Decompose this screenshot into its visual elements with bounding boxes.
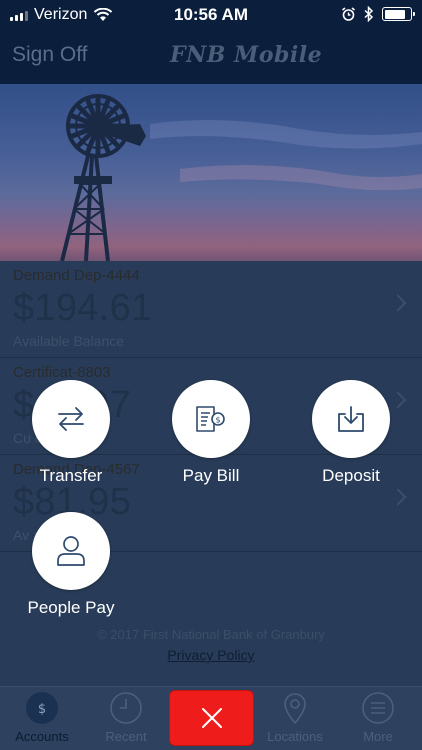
bluetooth-icon bbox=[364, 6, 374, 22]
tray-download-icon bbox=[338, 406, 364, 432]
transfer-label: Transfer bbox=[39, 466, 103, 485]
deposit-button[interactable] bbox=[312, 380, 390, 458]
status-bar: Verizon 10:56 AM bbox=[0, 0, 422, 30]
close-menu-button[interactable] bbox=[169, 690, 254, 746]
swap-arrows-icon bbox=[58, 407, 84, 431]
account-amount: $194.61 bbox=[13, 287, 153, 329]
tab-recent[interactable]: Recent bbox=[84, 691, 168, 744]
status-icons bbox=[341, 6, 415, 22]
battery-icon bbox=[382, 7, 415, 21]
transfer-button[interactable] bbox=[32, 380, 110, 458]
account-name: Demand Dep-4444 bbox=[13, 267, 140, 284]
svg-text:$: $ bbox=[38, 702, 46, 717]
deposit-label: Deposit bbox=[322, 466, 380, 485]
pay-bill-button[interactable]: $ bbox=[172, 380, 250, 458]
tab-accounts-label: Accounts bbox=[15, 729, 69, 744]
people-pay-button[interactable] bbox=[32, 512, 110, 590]
menu-lines-icon bbox=[361, 691, 395, 725]
hero-windmill-image bbox=[0, 84, 422, 261]
privacy-policy-link[interactable]: Privacy Policy bbox=[0, 647, 422, 663]
close-x-icon bbox=[201, 708, 222, 728]
dollar-circle-icon: $ bbox=[25, 691, 59, 725]
account-name: Certificat-8803 bbox=[13, 364, 111, 381]
account-balance-label: Available Balance bbox=[13, 333, 125, 349]
svg-text:$: $ bbox=[215, 416, 220, 425]
pay-bill-action[interactable]: $ Pay Bill bbox=[151, 380, 271, 486]
transfer-action[interactable]: Transfer bbox=[11, 380, 131, 486]
app-logo: FNB Mobile bbox=[170, 42, 323, 68]
tab-recent-label: Recent bbox=[105, 729, 147, 744]
windmill-silhouette bbox=[0, 84, 422, 261]
tab-locations[interactable]: Locations bbox=[253, 691, 337, 744]
tab-more[interactable]: More bbox=[336, 691, 420, 744]
tab-accounts[interactable]: $ Accounts bbox=[0, 691, 84, 744]
map-pin-icon bbox=[278, 691, 312, 725]
clock-icon bbox=[109, 691, 143, 725]
people-pay-action[interactable]: People Pay bbox=[11, 512, 131, 618]
tab-locations-label: Locations bbox=[267, 729, 323, 744]
person-icon bbox=[57, 536, 85, 566]
sign-off-button[interactable]: Sign Off bbox=[12, 43, 88, 67]
tab-more-label: More bbox=[363, 729, 393, 744]
account-row[interactable]: Demand Dep-4444 $194.61 Available Balanc… bbox=[0, 261, 422, 358]
chevron-right-icon bbox=[389, 294, 407, 312]
alarm-icon bbox=[342, 6, 355, 21]
people-pay-label: People Pay bbox=[27, 598, 115, 617]
chevron-right-icon bbox=[389, 488, 407, 506]
bill-icon: $ bbox=[196, 406, 225, 432]
copyright-text: © 2017 First National Bank of Granbury bbox=[97, 627, 325, 642]
app-header: Sign Off FNB Mobile bbox=[0, 30, 422, 84]
deposit-action[interactable]: Deposit bbox=[291, 380, 411, 486]
pay-bill-label: Pay Bill bbox=[182, 466, 240, 485]
